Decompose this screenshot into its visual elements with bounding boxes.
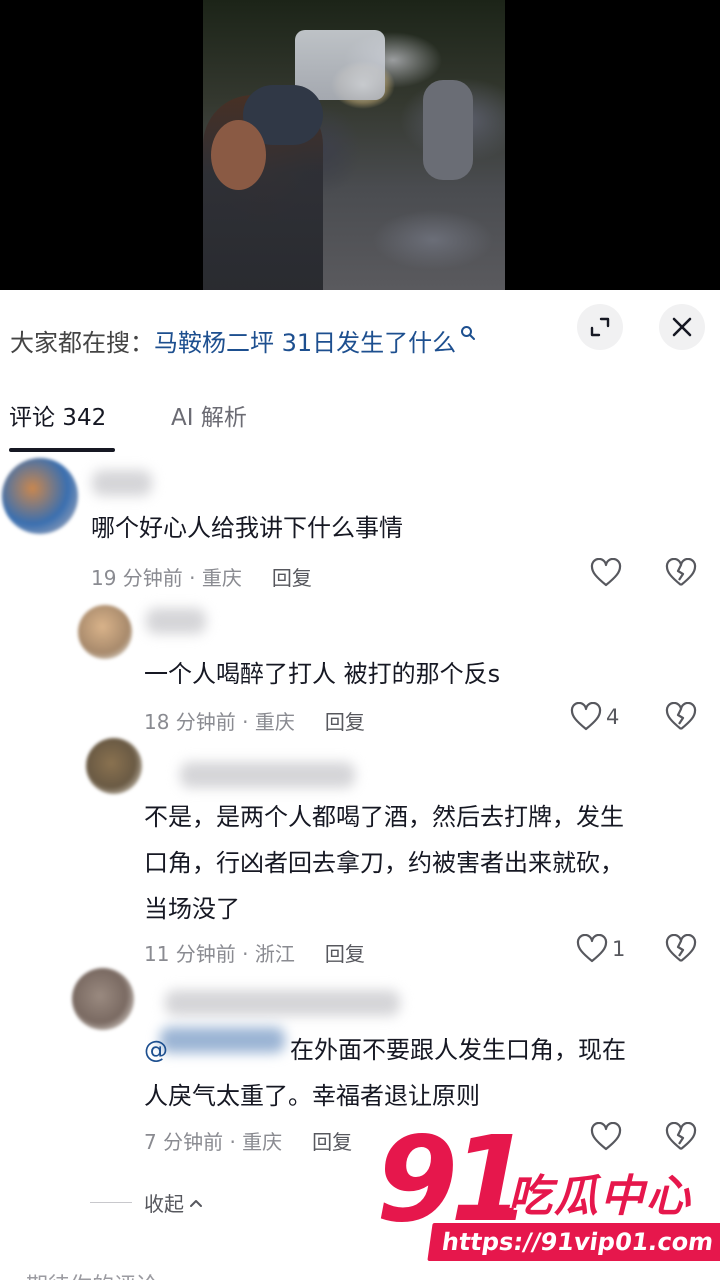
heart-icon [576,934,608,963]
username-blurred[interactable] [146,608,206,634]
video-frame[interactable] [203,0,505,290]
trending-search-prefix: 大家都在搜： [10,328,154,357]
comment-text-line: 口角，行凶者回去拿刀，约被害者出来就砍， [144,849,624,877]
video-player[interactable] [0,0,720,290]
comment-input-placeholder: 期待你的评论 [26,1268,158,1280]
expand-button[interactable] [577,304,623,350]
comment-text: 哪个好心人给我讲下什么事情 [91,514,403,542]
tab-comments[interactable]: 评论 342 [9,398,106,432]
like-count: 1 [612,937,626,961]
watermark-url: https://91vip01.com [427,1223,720,1261]
heart-icon [590,558,622,587]
tab-active-indicator [9,448,115,452]
dislike-button[interactable] [665,701,697,736]
dislike-button[interactable] [665,933,697,968]
collapse-replies-button[interactable]: 收起 [90,1188,204,1217]
username-blurred[interactable] [180,762,355,788]
avatar[interactable] [2,458,78,534]
mention-symbol[interactable]: @ [144,1027,168,1073]
reply-button[interactable]: 回复 [272,562,312,591]
username-blurred[interactable] [165,990,400,1016]
like-count: 4 [606,705,620,729]
video-scene-figure [423,80,473,180]
watermark-title: 吃瓜中心 [508,1171,692,1222]
comment-meta: 7 分钟前 · 重庆 回复 [144,1126,352,1155]
close-button[interactable] [659,304,705,350]
search-icon [461,326,476,340]
comment-meta: 18 分钟前 · 重庆 回复 [144,706,365,735]
dislike-button[interactable] [665,557,697,592]
collapse-label: 收起 [144,1192,184,1216]
comment-text-line: 当场没了 [144,895,240,923]
mention-blurred[interactable] [160,1027,285,1053]
comment-text-line: 在外面不要跟人发生口角，现在 [290,1036,626,1064]
username-blurred[interactable] [92,470,152,496]
comment-time-location: 7 分钟前 · 重庆 [144,1130,283,1154]
like-button[interactable]: 1 [576,934,625,964]
comment-time-location: 19 分钟前 · 重庆 [91,566,242,590]
trending-search-query[interactable]: 马鞍杨二坪 31日发生了什么 [154,323,456,358]
chevron-up-icon [190,1199,202,1207]
watermark-number: 91 [376,1110,532,1248]
comment-text-line: 不是，是两个人都喝了酒，然后去打牌，发生 [144,803,624,831]
trending-search[interactable]: 大家都在搜： 马鞍杨二坪 31日发生了什么 [10,320,476,360]
heart-icon [570,702,602,731]
comment-text: 一个人喝醉了打人 被打的那个反s [144,660,501,688]
expand-icon [590,317,610,337]
video-scene-head [211,120,266,190]
avatar[interactable] [72,968,134,1030]
broken-heart-icon [665,701,697,730]
broken-heart-icon [665,557,697,586]
reply-button[interactable]: 回复 [325,938,365,967]
reply-button[interactable]: 回复 [325,706,365,735]
collapse-divider [90,1202,132,1203]
comment-meta: 11 分钟前 · 浙江 回复 [144,938,365,967]
comment-tabs: 评论 342 AI 解析 [0,398,720,454]
avatar[interactable] [86,738,142,794]
comment-time-location: 18 分钟前 · 重庆 [144,710,295,734]
reply-button[interactable]: 回复 [312,1126,352,1155]
broken-heart-icon [665,933,697,962]
avatar[interactable] [78,605,132,659]
close-icon [672,317,692,337]
watermark-logo: 91 吃瓜中心 https://91vip01.com [368,1110,720,1280]
like-button[interactable]: 4 [570,702,619,732]
like-button[interactable] [590,558,622,588]
comment-meta: 19 分钟前 · 重庆 回复 [91,562,312,591]
comment-time-location: 11 分钟前 · 浙江 [144,942,295,966]
tab-ai-analysis[interactable]: AI 解析 [171,398,247,432]
